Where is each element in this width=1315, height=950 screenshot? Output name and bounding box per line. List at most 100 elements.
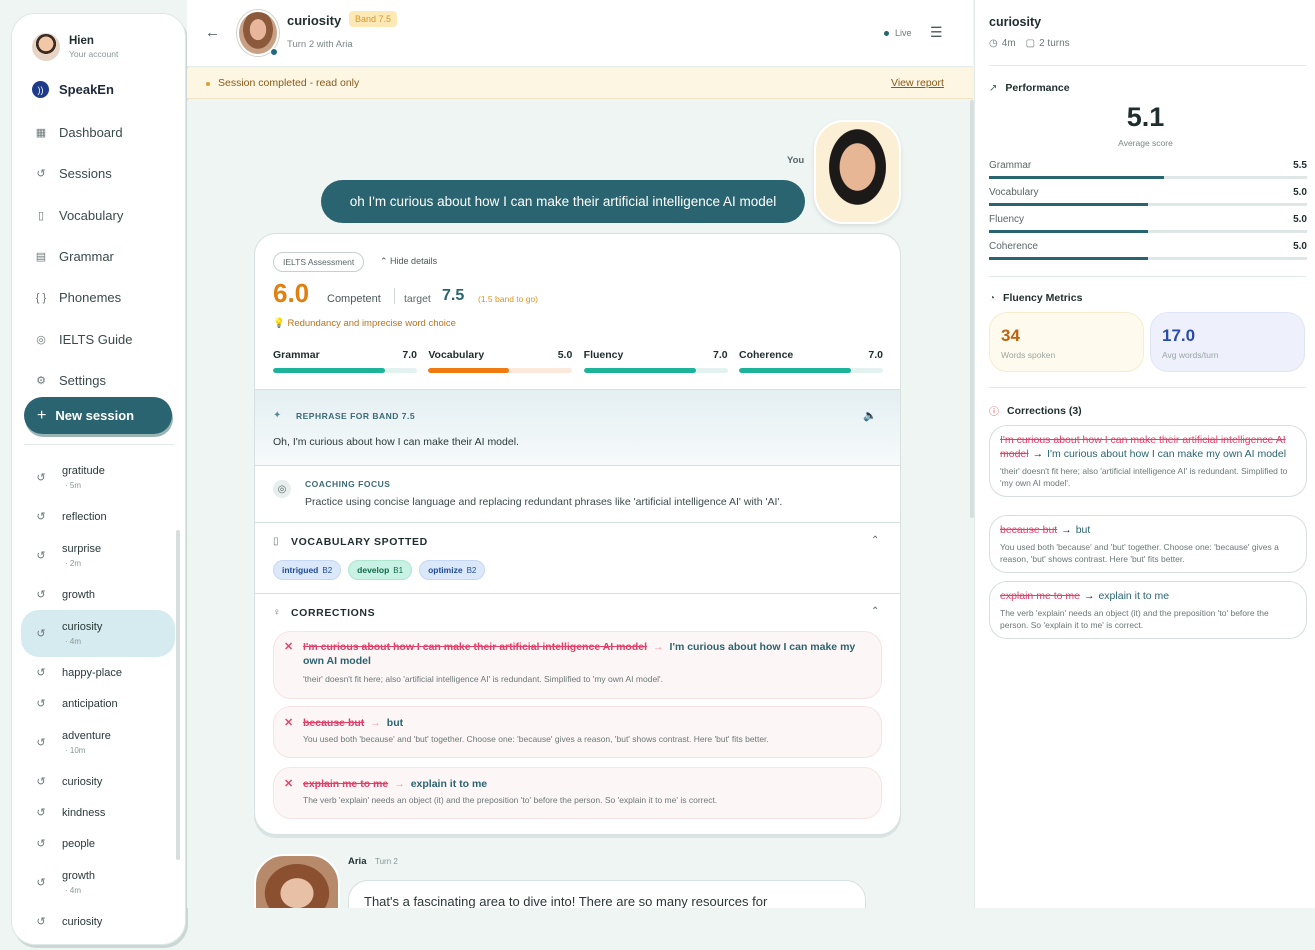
session-item[interactable]: ↺ curiosity · 4m <box>21 610 175 657</box>
chevron-up-icon[interactable]: ⌃ <box>871 606 879 617</box>
gear-icon: ⚙ <box>36 374 46 387</box>
session-item[interactable]: ↺ adventure · 10m <box>21 719 175 766</box>
wrong-text: because but <box>303 717 365 729</box>
sliders-icon[interactable]: ☰ <box>930 24 943 41</box>
session-item[interactable]: ↺ reflection <box>21 501 175 532</box>
nav-item-grammar[interactable]: ▤ Grammar <box>12 236 185 277</box>
account[interactable]: Hien Your account <box>32 33 118 61</box>
session-item[interactable]: ↺ curiosity <box>21 906 175 937</box>
progress-fill <box>989 203 1148 206</box>
aria-name: Aria <box>348 856 367 867</box>
progress-fill <box>273 368 386 373</box>
vocab-chip[interactable]: optimize B2 <box>419 560 486 580</box>
session-item[interactable]: ↺ surprise · 2m <box>21 532 175 579</box>
history-icon: ↺ <box>36 877 46 889</box>
arrow-right-icon: → <box>394 778 405 790</box>
performance-grammar: Grammar 5.5 <box>989 160 1307 179</box>
speaker-icon[interactable]: 🔈 <box>863 409 877 422</box>
nav-item-sessions[interactable]: ↺ Sessions <box>12 153 185 194</box>
arrow-right-icon: → <box>1083 590 1095 602</box>
session-item[interactable]: ↺ anticipation <box>21 688 175 719</box>
session-summary-panel: curiosity ◷ 4m ▢ 2 turns ↗ Performance 5.1 … <box>974 0 1315 908</box>
performance-vocabulary: Vocabulary 5.0 <box>989 187 1307 206</box>
session-item[interactable]: ↺ gratitude · 5m <box>21 454 175 501</box>
performance-score: 5.5 <box>1293 160 1307 171</box>
new-session-button[interactable]: + New session <box>24 397 172 434</box>
criterion-name: Coherence <box>738 349 794 361</box>
session-title: curiosity <box>62 621 103 633</box>
divider <box>24 444 174 445</box>
hide-details-toggle[interactable]: ⌃ Hide details <box>380 256 437 267</box>
progress-track <box>583 368 728 373</box>
session-item[interactable]: ↺ growth · 4m <box>21 859 175 906</box>
session-title: growth <box>62 870 96 882</box>
session-item[interactable]: ↺ happy-place <box>21 657 175 688</box>
you-label: You <box>787 155 805 166</box>
cefr-level: B2 <box>466 566 477 575</box>
arrow-right-icon: → <box>370 717 381 729</box>
duration: 4m <box>1001 38 1016 49</box>
turn-count: 2 turns <box>1039 38 1070 49</box>
progress-track <box>989 230 1307 233</box>
nav-item-phonemes[interactable]: { } Phonemes <box>12 277 185 318</box>
coaching-text: Practice using concise language and repl… <box>305 496 783 508</box>
progress-track <box>273 368 417 373</box>
sidebar-scrollbar[interactable] <box>176 530 180 860</box>
criteria-bars: Grammar 7.0 Vocabulary 5.0 Fluency 7.0 Coheren… <box>273 349 883 373</box>
x-icon: ✕ <box>284 641 294 653</box>
vocab-chip[interactable]: develop B1 <box>348 560 413 580</box>
nav-item-ielts-guide[interactable]: ◎ IELTS Guide <box>12 318 185 359</box>
fluency-heading: ◔ Fluency Metrics <box>989 292 1082 304</box>
chevron-up-icon[interactable]: ⌃ <box>871 535 879 546</box>
performance-score: 5.0 <box>1293 187 1307 198</box>
progress-fill <box>583 368 696 373</box>
correction-line: explain me to me → explain it to me <box>1000 589 1296 603</box>
back-arrow-icon[interactable]: ← <box>205 24 220 41</box>
nav-label: Dashboard <box>59 125 123 141</box>
history-icon: ↺ <box>36 838 46 850</box>
vocab-word: optimize <box>428 565 463 575</box>
view-report-link[interactable]: View report <box>891 77 944 89</box>
target-label: target <box>404 293 431 305</box>
divider <box>989 276 1306 277</box>
progress-track <box>428 368 573 373</box>
live-dot <box>884 30 889 36</box>
lightbulb-icon: ♀ <box>273 607 281 618</box>
nav-label: Sessions <box>59 166 112 182</box>
corrections-count-label: Corrections (3) <box>1007 404 1082 417</box>
vocab-chip[interactable]: intrigued B2 <box>273 560 342 580</box>
nav-item-vocabulary[interactable]: ▯ Vocabulary <box>12 195 185 236</box>
rephrase-label: REPHRASE FOR BAND 7.5 <box>296 411 416 421</box>
session-item[interactable]: ↺ kindness <box>21 797 175 828</box>
nav-item-settings[interactable]: ⚙ Settings <box>12 360 185 401</box>
hint-text: Redundancy and imprecise word choice <box>287 318 456 329</box>
history-icon: ↺ <box>36 807 46 819</box>
progress-track <box>738 368 883 373</box>
book-icon: ▯ <box>273 536 279 547</box>
session-item[interactable]: ↺ curiosity <box>21 766 175 797</box>
performance-score: 5.0 <box>1293 241 1307 252</box>
ielts-assessment-pill: IELTS Assessment <box>273 252 365 272</box>
vocab-word: develop <box>357 565 390 575</box>
corrected-text: but <box>1075 524 1091 536</box>
session-item[interactable]: ↺ growth <box>21 579 175 610</box>
session-duration-value: 10m <box>69 746 86 755</box>
session-item[interactable]: ↺ people <box>21 828 175 859</box>
performance-label: Performance <box>1005 82 1070 94</box>
overall-score: 6.0 <box>273 278 310 308</box>
nav-label: Settings <box>59 372 106 388</box>
session-duration-value: 4m <box>69 886 82 895</box>
performance-name: Coherence <box>989 241 1038 252</box>
session-duration: · 10m <box>65 746 86 755</box>
wrong-text: explain me to me <box>1000 590 1080 602</box>
correction-card: I'm curious about how I can make their a… <box>989 425 1307 497</box>
avg-words-value: 17.0 <box>1162 326 1196 345</box>
online-dot <box>270 48 278 56</box>
aria-turn: Turn 2 <box>375 857 398 866</box>
brand[interactable]: )) SpeakEn <box>32 81 114 98</box>
nav-item-dashboard[interactable]: ▦ Dashboard <box>12 112 185 153</box>
banner-text: Session completed - read only <box>218 77 360 89</box>
progress-fill <box>989 257 1148 260</box>
account-sub: Your account <box>69 49 119 59</box>
correction-item: ✕ explain me to me → explain it to me The ve… <box>273 767 882 819</box>
